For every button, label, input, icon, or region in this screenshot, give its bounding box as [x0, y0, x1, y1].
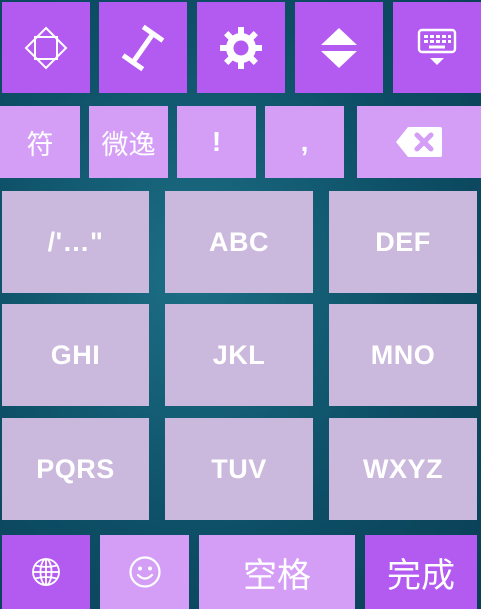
key-ghi[interactable]: GHI [2, 304, 149, 406]
exclamation-key-label: ! [211, 126, 222, 157]
up-down-arrows-icon [319, 26, 359, 70]
comma-key-label: , [300, 126, 309, 157]
hide-keyboard-icon [416, 27, 458, 69]
key-punctuation[interactable]: /'…" [2, 191, 149, 293]
emoji-button[interactable] [100, 535, 189, 609]
globe-icon [30, 556, 62, 588]
key-tuv[interactable]: TUV [165, 418, 313, 520]
settings-gear-icon [219, 26, 263, 70]
done-button[interactable]: 完成 [365, 535, 477, 609]
cursor-move-button[interactable] [99, 2, 187, 93]
key-label: DEF [375, 226, 431, 257]
key-label: ABC [209, 226, 269, 257]
comma-key[interactable]: , [265, 106, 344, 178]
select-direction-button[interactable] [295, 2, 383, 93]
settings-button[interactable] [197, 2, 285, 93]
symbols-key-label: 符 [26, 129, 54, 160]
language-switch-button[interactable] [2, 535, 90, 609]
phrase-key-label: 微逸 [101, 129, 156, 160]
hide-keyboard-button[interactable] [393, 2, 481, 93]
key-pqrs[interactable]: PQRS [2, 418, 149, 520]
space-key[interactable]: 空格 [199, 535, 355, 609]
crop-button[interactable] [2, 2, 90, 93]
symbols-key[interactable]: 符 [0, 106, 80, 178]
key-label: MNO [370, 339, 436, 370]
key-wxyz[interactable]: WXYZ [329, 418, 477, 520]
key-mno[interactable]: MNO [329, 304, 477, 406]
done-button-label: 完成 [387, 556, 455, 595]
key-abc[interactable]: ABC [165, 191, 313, 293]
key-label: /'…" [47, 226, 104, 257]
key-label: TUV [211, 453, 267, 484]
backspace-icon [394, 125, 444, 159]
key-label: GHI [50, 339, 101, 370]
key-label: WXYZ [363, 453, 443, 484]
delete-key[interactable] [357, 106, 481, 178]
key-label: JKL [212, 339, 266, 370]
key-def[interactable]: DEF [329, 191, 477, 293]
phrase-key[interactable]: 微逸 [89, 106, 168, 178]
crop-icon [23, 25, 69, 71]
exclamation-key[interactable]: ! [177, 106, 256, 178]
key-label: PQRS [36, 453, 115, 484]
key-jkl[interactable]: JKL [165, 304, 313, 406]
cursor-move-icon [118, 23, 168, 73]
space-key-label: 空格 [243, 556, 311, 595]
smiley-icon [128, 555, 162, 589]
